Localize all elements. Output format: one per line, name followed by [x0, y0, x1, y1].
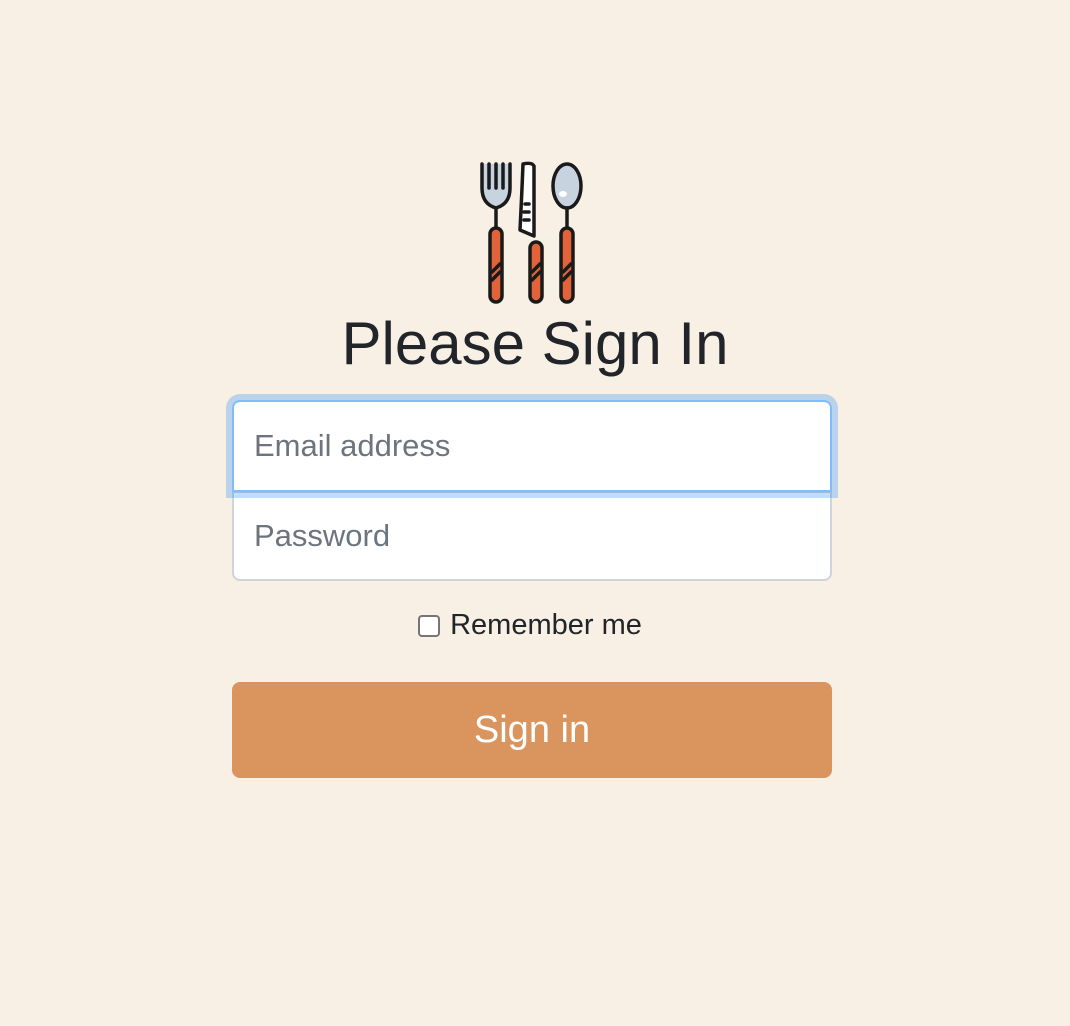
spoon-icon [551, 162, 583, 304]
remember-me-checkbox[interactable] [418, 615, 441, 637]
email-input[interactable] [232, 400, 832, 492]
knife-icon [518, 161, 544, 304]
remember-me-label[interactable]: Remember me [450, 609, 642, 642]
page-title: Please Sign In [341, 310, 729, 377]
password-input[interactable] [232, 491, 832, 581]
sign-in-page: Please Sign In Remember me Sign in [0, 0, 1070, 1026]
remember-me-row[interactable]: Remember me [0, 606, 1070, 646]
sign-in-button[interactable]: Sign in [232, 682, 832, 778]
utensils-icon [480, 161, 583, 304]
fork-icon [480, 162, 512, 304]
